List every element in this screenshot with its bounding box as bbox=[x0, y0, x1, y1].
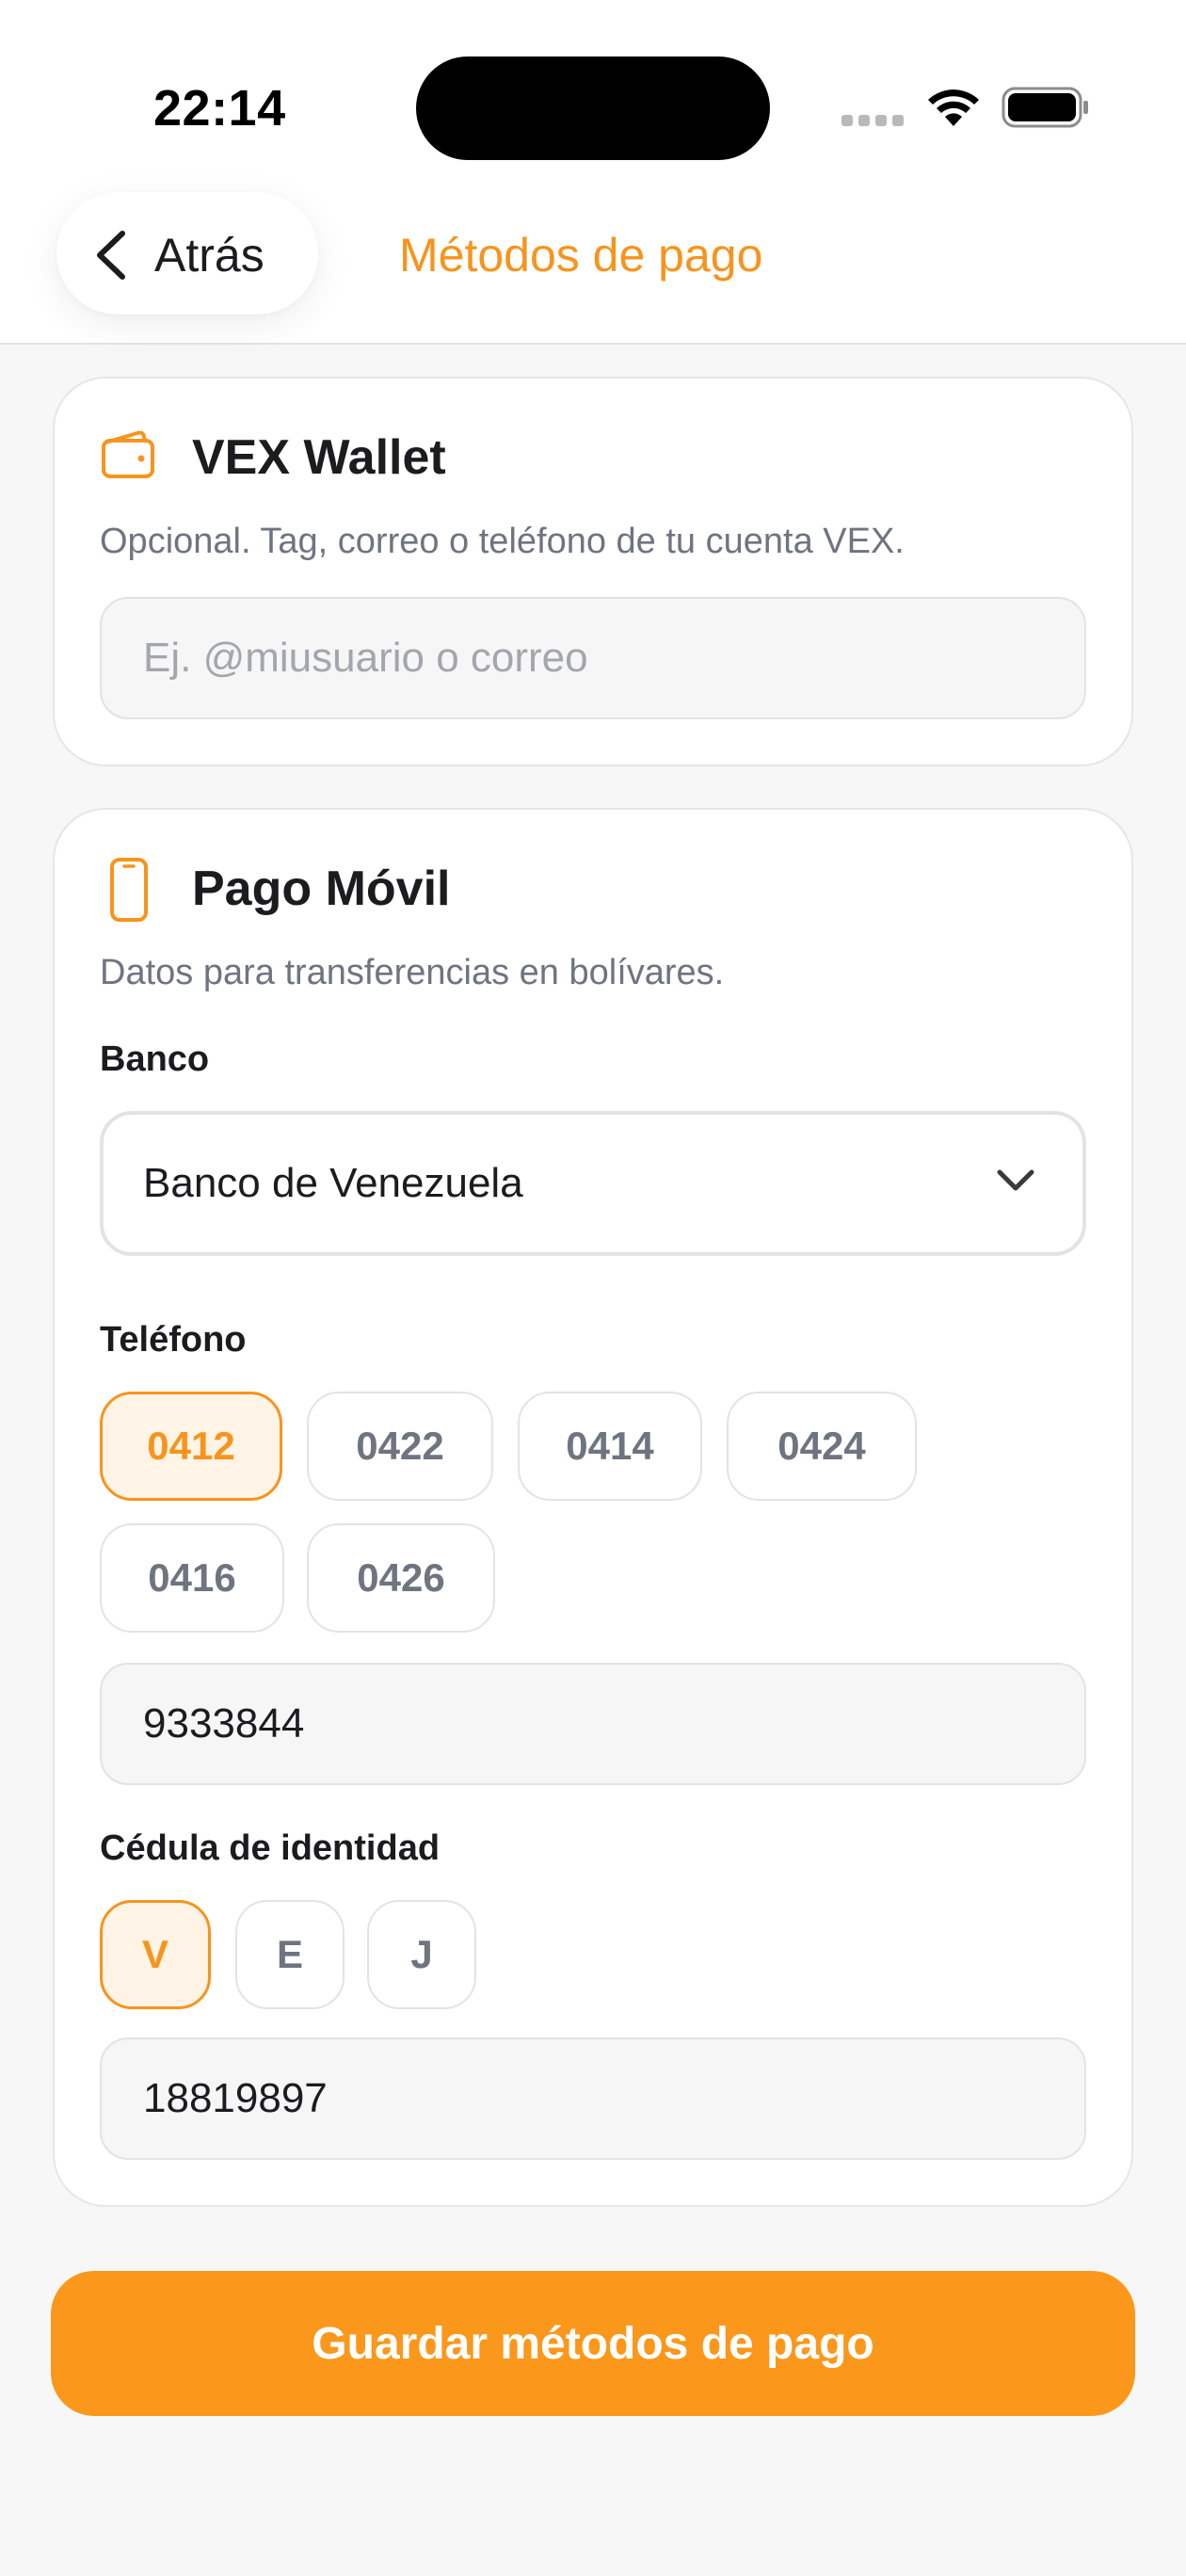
pago-movil-subtitle: Datos para transferencias en bolívares. bbox=[100, 953, 725, 992]
id-type-chip[interactable]: V bbox=[100, 1900, 211, 2009]
top-bar: 22:14 Atrás Métodos de pago bbox=[0, 0, 1186, 345]
bank-selected-value: Banco de Venezuela bbox=[143, 1160, 523, 1206]
id-type-chip[interactable]: J bbox=[367, 1900, 476, 2009]
bank-select[interactable]: Banco de Venezuela bbox=[100, 1111, 1086, 1256]
phone-prefix-chip[interactable]: 0412 bbox=[100, 1392, 282, 1501]
wallet-title: VEX Wallet bbox=[192, 430, 446, 485]
phone-prefix-chip[interactable]: 0424 bbox=[727, 1392, 917, 1501]
pago-movil-card: Pago Móvil Datos para transferencias en … bbox=[53, 808, 1133, 2207]
phone-prefix-chip[interactable]: 0416 bbox=[100, 1523, 284, 1633]
phone-number-input[interactable]: 9333844 bbox=[100, 1663, 1086, 1785]
smartphone-icon bbox=[110, 858, 148, 922]
pago-movil-title: Pago Móvil bbox=[192, 861, 451, 916]
id-label: Cédula de identidad bbox=[100, 1828, 441, 1868]
phone-prefix-chip[interactable]: 0422 bbox=[307, 1392, 493, 1501]
dynamic-island bbox=[416, 56, 770, 160]
page-title: Métodos de pago bbox=[399, 229, 763, 282]
bank-label: Banco bbox=[100, 1039, 210, 1079]
status-time: 22:14 bbox=[153, 80, 286, 137]
phone-label: Teléfono bbox=[100, 1320, 247, 1360]
chevron-down-icon bbox=[997, 1169, 1034, 1191]
battery-icon bbox=[1002, 87, 1088, 128]
wifi-icon bbox=[928, 89, 979, 126]
id-type-chip[interactable]: E bbox=[235, 1900, 345, 2009]
wallet-subtitle: Opcional. Tag, correo o teléfono de tu c… bbox=[100, 522, 905, 561]
phone-prefix-chip[interactable]: 0414 bbox=[518, 1392, 702, 1501]
cellular-signal-icon bbox=[841, 115, 906, 126]
back-label: Atrás bbox=[154, 229, 264, 282]
vex-wallet-card: VEX Wallet Opcional. Tag, correo o teléf… bbox=[53, 377, 1133, 766]
back-button[interactable]: Atrás bbox=[56, 192, 318, 314]
id-number-input[interactable]: 18819897 bbox=[100, 2037, 1086, 2160]
payment-methods-screen: 22:14 Atrás Métodos de pago VEX Wallet O… bbox=[0, 0, 1186, 2576]
phone-prefix-chip[interactable]: 0426 bbox=[307, 1523, 495, 1633]
save-payment-methods-button[interactable]: Guardar métodos de pago bbox=[51, 2271, 1135, 2416]
wallet-input[interactable]: Ej. @miusuario o correo bbox=[100, 597, 1086, 719]
wallet-icon bbox=[102, 430, 154, 478]
chevron-left-icon bbox=[97, 231, 125, 280]
